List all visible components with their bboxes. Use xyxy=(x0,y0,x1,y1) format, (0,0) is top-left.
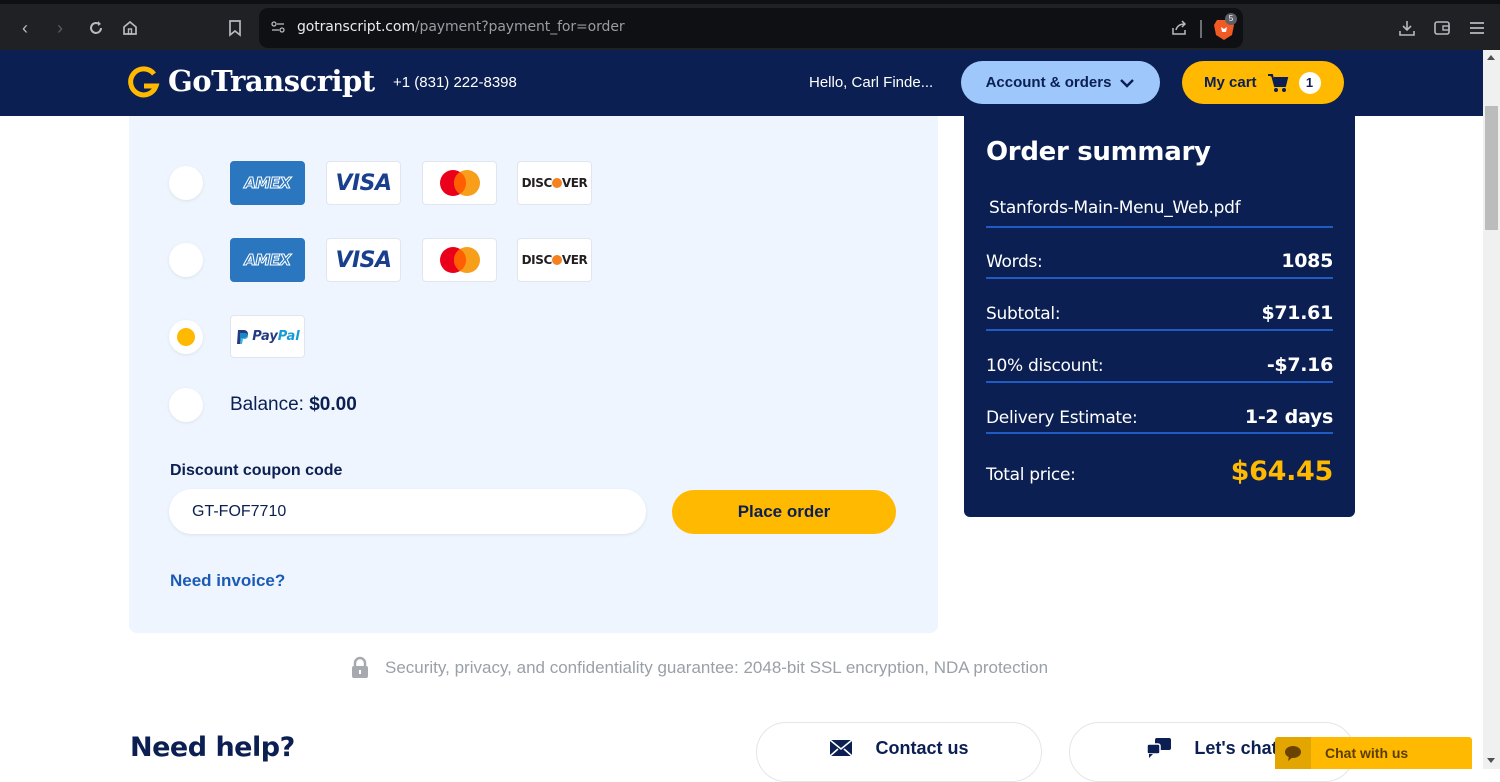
bookmark-icon[interactable] xyxy=(225,18,245,38)
cart-count-badge: 1 xyxy=(1298,71,1321,94)
envelope-icon xyxy=(829,739,854,757)
payment-radio-balance[interactable] xyxy=(169,388,203,422)
amex-logo-icon: AMEX xyxy=(230,238,305,282)
lock-icon xyxy=(352,656,368,678)
divider xyxy=(986,277,1333,279)
url-host: gotranscript.com xyxy=(297,19,415,35)
divider xyxy=(986,381,1333,383)
scroll-up-arrow-icon[interactable] xyxy=(1487,55,1495,60)
payment-radio-card-2[interactable] xyxy=(169,243,203,277)
amex-text: AMEX xyxy=(244,251,292,270)
visa-text: VISA xyxy=(335,170,392,196)
total-price-value: $64.45 xyxy=(1230,456,1334,487)
discover-text: DISC VER xyxy=(521,253,588,267)
visa-logo-icon: VISA xyxy=(326,238,401,282)
payment-radio-paypal[interactable] xyxy=(169,320,203,354)
chevron-down-icon xyxy=(1120,78,1135,88)
page-scrollbar[interactable] xyxy=(1483,50,1500,769)
user-greeting: Hello, Carl Finde... xyxy=(809,74,934,91)
paypal-logo-icon: PayPal xyxy=(230,315,305,358)
site-header: GoTranscript +1 (831) 222-8398 Hello, Ca… xyxy=(0,50,1483,116)
discover-logo-icon: DISC VER xyxy=(517,161,592,205)
lets-chat-label: Let's chat xyxy=(1194,737,1278,758)
security-guarantee: Security, privacy, and confidentiality g… xyxy=(350,656,1048,680)
summary-value: 1-2 days xyxy=(1244,406,1333,428)
summary-value: $71.61 xyxy=(1261,302,1333,324)
summary-value: -$7.16 xyxy=(1266,354,1333,376)
contact-us-label: Contact us xyxy=(875,737,969,758)
mastercard-logo-icon xyxy=(422,238,497,282)
shields-badge: 5 xyxy=(1225,13,1237,25)
divider xyxy=(986,432,1333,434)
contact-us-button[interactable]: Contact us xyxy=(756,722,1042,782)
back-icon[interactable]: ‹ xyxy=(15,18,35,38)
balance-amount: $0.00 xyxy=(309,394,357,415)
chat-with-us-widget[interactable]: Chat with us xyxy=(1275,737,1472,769)
visa-logo-icon: VISA xyxy=(326,161,401,205)
discover-text: DISC VER xyxy=(521,176,588,190)
chat-widget-icon-box xyxy=(1275,737,1311,769)
discover-logo-icon: DISC VER xyxy=(517,238,592,282)
account-orders-label: Account & orders xyxy=(985,74,1112,91)
site-info-icon[interactable] xyxy=(271,20,285,34)
security-text: Security, privacy, and confidentiality g… xyxy=(385,658,1049,677)
divider xyxy=(986,226,1333,228)
phone-number[interactable]: +1 (831) 222-8398 xyxy=(393,74,517,91)
total-price-label: Total price: xyxy=(986,465,1076,485)
coupon-label: Discount coupon code xyxy=(170,462,343,479)
gotranscript-logo-icon[interactable] xyxy=(128,66,160,98)
download-icon[interactable] xyxy=(1397,18,1417,38)
chat-bubble-icon xyxy=(1285,746,1301,761)
paypal-text: PayPal xyxy=(252,329,300,344)
url-path: /payment?payment_for=order xyxy=(414,19,625,35)
share-icon[interactable] xyxy=(1170,19,1188,37)
url-text[interactable]: gotranscript.com/payment?payment_for=ord… xyxy=(297,19,625,35)
summary-label: Words: xyxy=(986,252,1043,272)
chat-bubbles-icon xyxy=(1146,738,1172,758)
summary-label: 10% discount: xyxy=(986,356,1104,376)
need-invoice-link[interactable]: Need invoice? xyxy=(170,571,285,591)
payment-radio-card-1[interactable] xyxy=(169,166,203,200)
balance-label: Balance: $0.00 xyxy=(230,394,357,415)
summary-row-words: Words: 1085 xyxy=(986,250,1333,272)
amex-logo-icon: AMEX xyxy=(230,161,305,205)
scroll-down-arrow-icon[interactable] xyxy=(1487,758,1495,763)
url-separator xyxy=(1200,20,1202,38)
home-icon[interactable] xyxy=(120,18,140,38)
wallet-icon[interactable] xyxy=(1432,18,1452,38)
cart-icon xyxy=(1267,73,1288,92)
place-order-button[interactable]: Place order xyxy=(672,490,896,534)
amex-text: AMEX xyxy=(244,174,292,193)
account-orders-button[interactable]: Account & orders xyxy=(961,61,1160,104)
my-cart-button[interactable]: My cart 1 xyxy=(1182,61,1344,104)
summary-label: Delivery Estimate: xyxy=(986,408,1138,428)
order-summary-panel: Order summary Stanfords-Main-Menu_Web.pd… xyxy=(964,116,1355,517)
summary-row-total: Total price: $64.45 xyxy=(986,456,1333,487)
summary-row-subtotal: Subtotal: $71.61 xyxy=(986,302,1333,324)
forward-icon[interactable]: › xyxy=(50,18,70,38)
logo-text[interactable]: GoTranscript xyxy=(168,64,375,98)
coupon-code-input[interactable] xyxy=(169,489,646,534)
visa-text: VISA xyxy=(335,247,392,273)
order-file-name: Stanfords-Main-Menu_Web.pdf xyxy=(989,198,1241,218)
menu-icon[interactable] xyxy=(1467,18,1487,38)
scroll-thumb[interactable] xyxy=(1485,106,1498,230)
order-summary-title: Order summary xyxy=(986,137,1211,167)
divider xyxy=(986,329,1333,331)
summary-row-delivery: Delivery Estimate: 1-2 days xyxy=(986,406,1333,428)
summary-row-discount: 10% discount: -$7.16 xyxy=(986,354,1333,376)
browser-toolbar: ‹ › gotranscript.com/payment?payment_for… xyxy=(0,0,1500,50)
my-cart-label: My cart xyxy=(1204,74,1257,91)
payment-methods-panel: AMEX VISA DISC VER AMEX VISA DISC VER PayP… xyxy=(129,116,938,633)
summary-label: Subtotal: xyxy=(986,304,1061,324)
summary-value: 1085 xyxy=(1281,250,1333,272)
need-help-title: Need help? xyxy=(130,732,295,763)
address-bar[interactable]: gotranscript.com/payment?payment_for=ord… xyxy=(259,8,1243,48)
chat-with-us-label: Chat with us xyxy=(1325,745,1409,761)
reload-icon[interactable] xyxy=(86,18,106,38)
mastercard-logo-icon xyxy=(422,161,497,205)
